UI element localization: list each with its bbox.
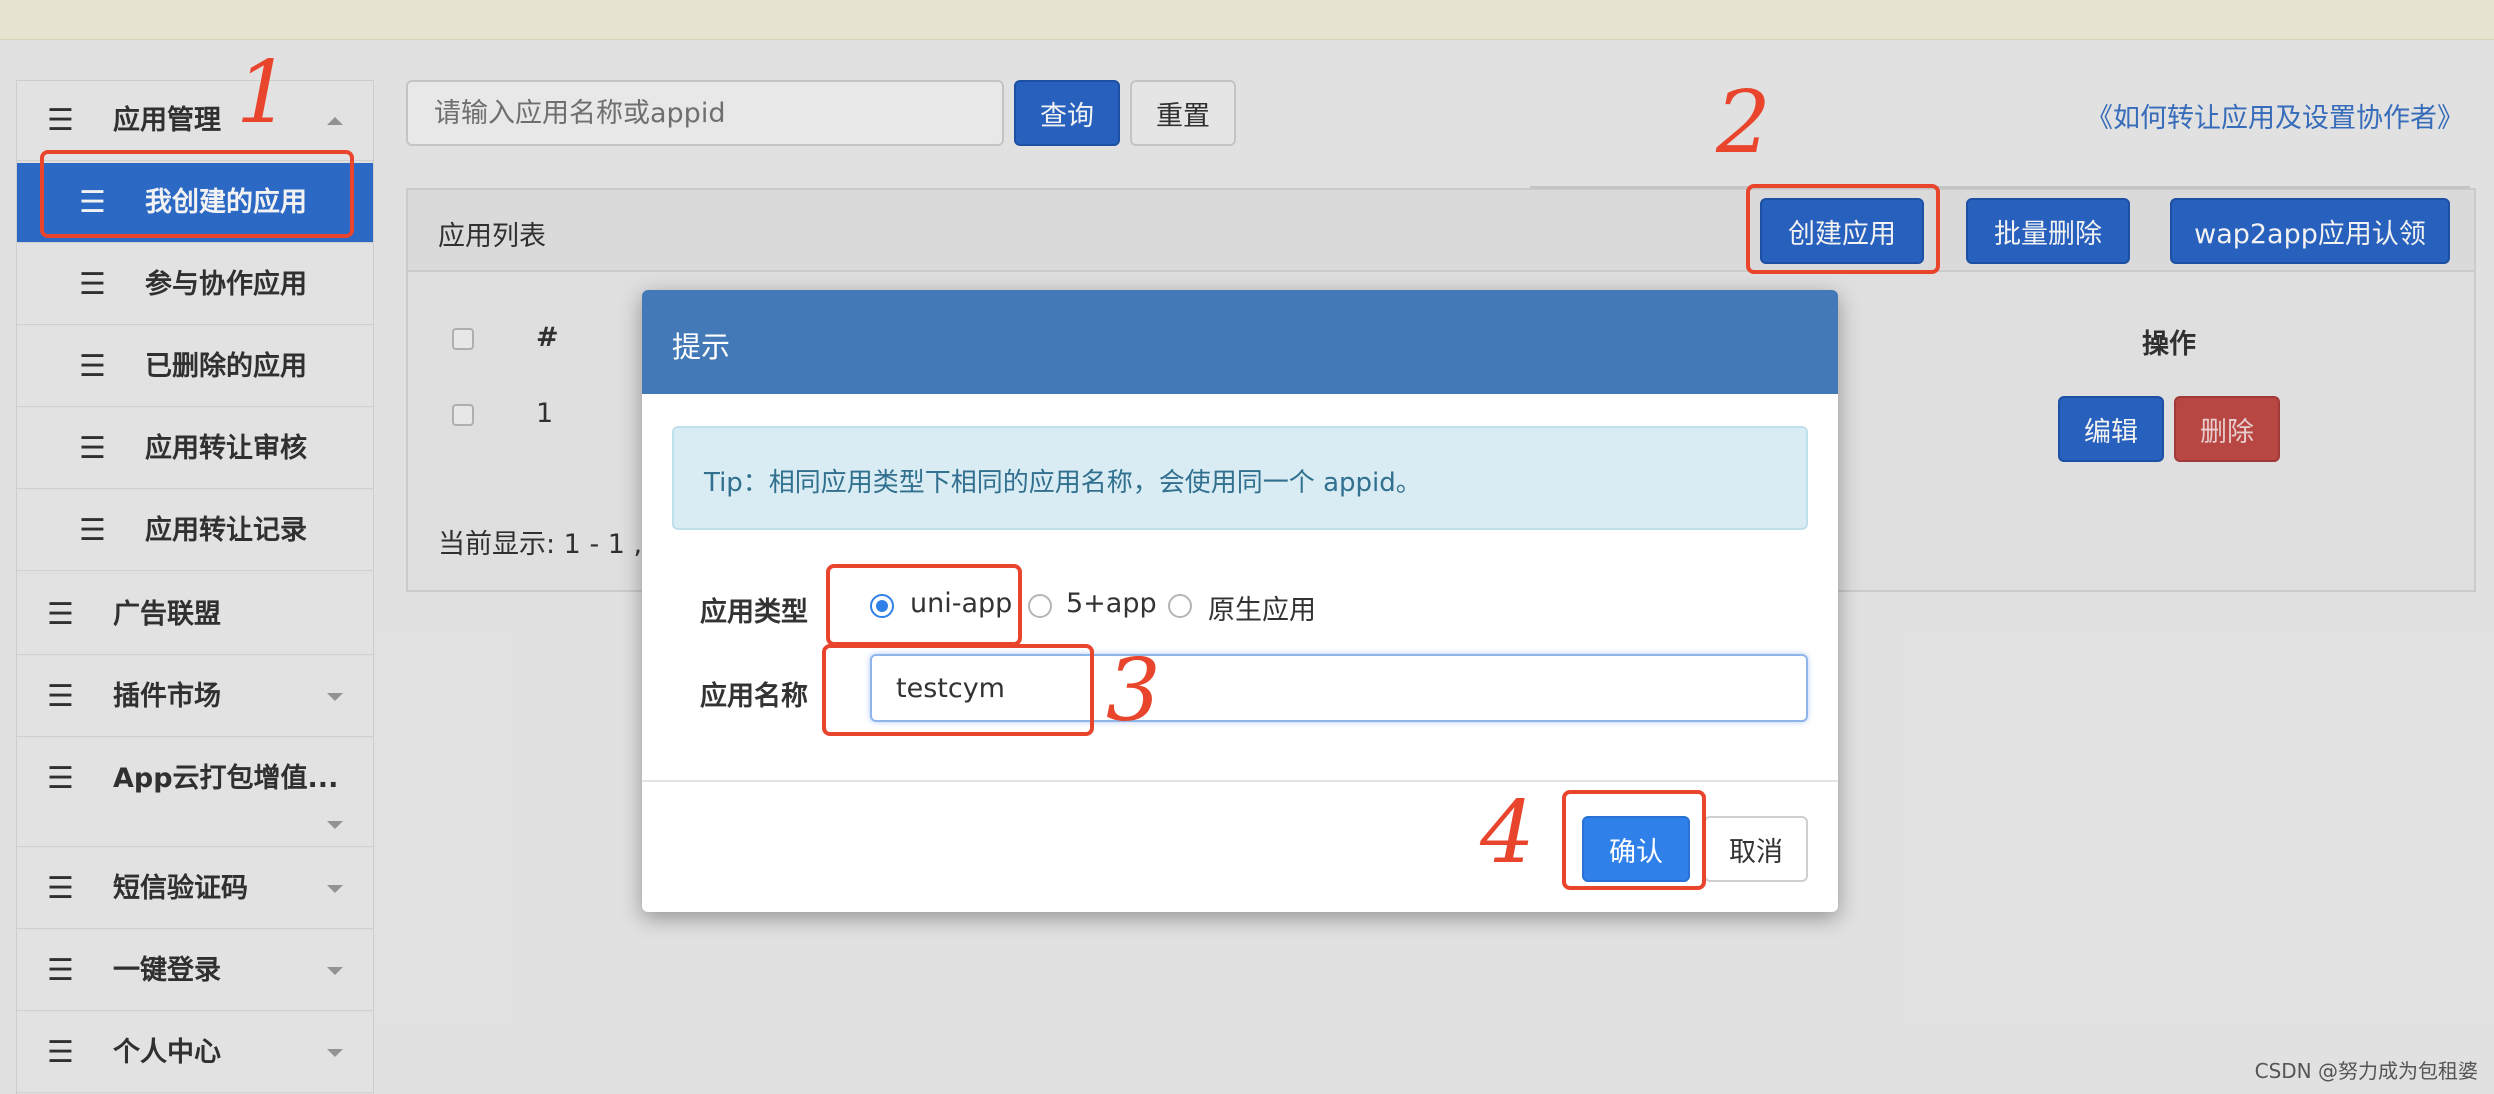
- watermark: CSDN @努力成为包租婆: [2254, 1059, 2478, 1083]
- annotation-number-2: 2: [1716, 73, 1771, 173]
- annotation-number-3: 3: [1106, 641, 1161, 741]
- annotation-number-1: 1: [236, 43, 291, 143]
- annotation-box-app-type: [826, 564, 1022, 646]
- dialog-title: 提示: [672, 330, 731, 364]
- dialog-footer-divider: [642, 780, 1838, 782]
- dialog-header: 提示: [642, 290, 1838, 394]
- radio-native-app[interactable]: [1168, 594, 1192, 618]
- app-type-label: 应用类型: [700, 597, 808, 628]
- tip-alert: Tip：相同应用类型下相同的应用名称，会使用同一个 appid。: [672, 426, 1808, 530]
- annotation-box-app-name: [822, 644, 1094, 736]
- radio-label-5plus-app[interactable]: 5+app: [1066, 588, 1157, 619]
- annotation-box-create-app: [1746, 184, 1940, 274]
- app-name-label: 应用名称: [700, 681, 808, 712]
- annotation-box-confirm: [1562, 790, 1706, 890]
- radio-label-native-app[interactable]: 原生应用: [1208, 588, 1316, 627]
- cancel-button[interactable]: 取消: [1704, 816, 1808, 882]
- annotation-box-my-apps: [40, 150, 354, 238]
- annotation-number-4: 4: [1480, 783, 1535, 883]
- radio-5plus-app[interactable]: [1028, 594, 1052, 618]
